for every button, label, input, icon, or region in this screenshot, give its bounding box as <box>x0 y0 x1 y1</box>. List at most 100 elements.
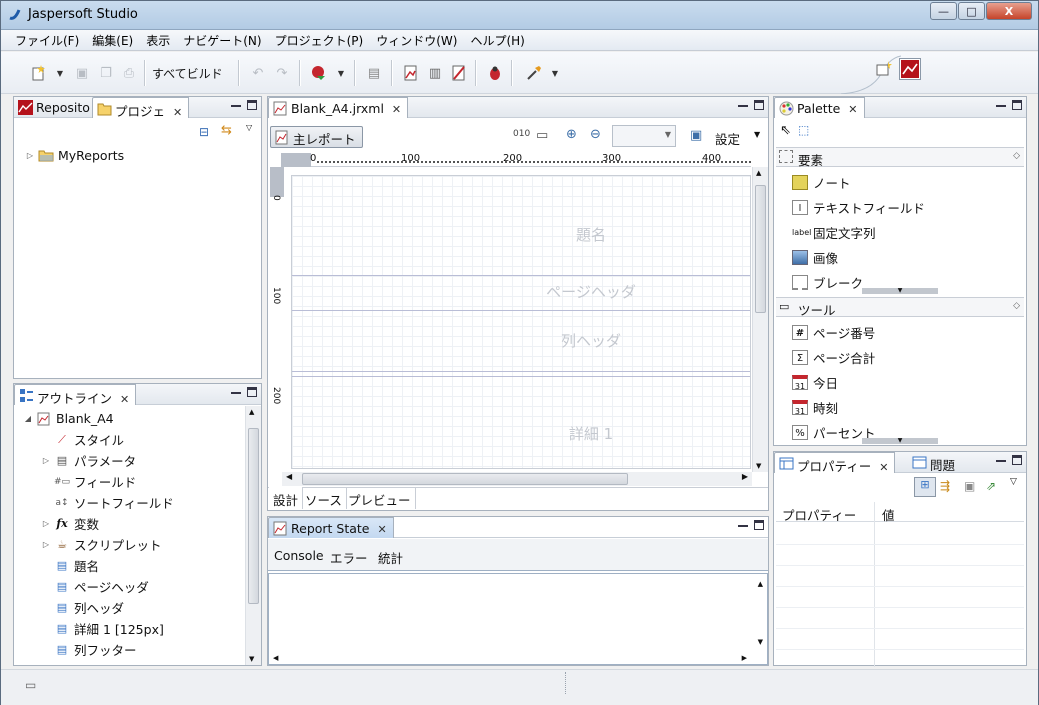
debug-bug-icon[interactable] <box>486 64 504 82</box>
maximize-button[interactable]: □ <box>958 2 985 20</box>
binary-icon[interactable]: 010 <box>513 129 530 139</box>
close-tab-icon[interactable]: ✕ <box>848 103 857 116</box>
save-all-icon[interactable]: ❐ <box>97 64 115 82</box>
outline-item-column-footer-band[interactable]: ▤ 列フッター <box>40 639 137 660</box>
outline-scrollbar[interactable]: ▲ ▼ <box>245 406 261 665</box>
view-menu-icon[interactable]: ▽ <box>246 123 252 132</box>
scroll-thumb[interactable] <box>248 428 259 604</box>
band-page-header[interactable]: ページヘッダ <box>292 281 750 302</box>
external-tools-dropdown-icon[interactable]: ▼ <box>546 64 564 82</box>
tab-repository[interactable]: Reposito <box>14 97 96 118</box>
outline-item-detail-band[interactable]: ▤ 詳細 1 [125px] <box>40 618 164 639</box>
compile-icon[interactable]: ▤ <box>365 64 383 82</box>
palette-item-note[interactable]: ノート <box>792 171 851 193</box>
minimize-icon[interactable] <box>738 101 748 107</box>
band-column-header[interactable]: 列ヘッダ <box>292 330 750 351</box>
maximize-icon[interactable] <box>754 100 764 110</box>
collapse-drawer-icon[interactable]: ◇ <box>1013 151 1020 161</box>
palette-item-page-number[interactable]: # ページ番号 <box>792 321 875 343</box>
maximize-icon[interactable] <box>1012 455 1022 465</box>
tab-blank-a4-jrxml[interactable]: Blank_A4.jrxml ✕ <box>268 97 409 118</box>
collapse-all-icon[interactable]: ⊟ <box>199 125 209 139</box>
select-arrow-icon[interactable]: ⇖ <box>780 123 791 138</box>
menu-help[interactable]: ヘルプ(H) <box>464 30 531 50</box>
print-icon[interactable]: ⎙ <box>120 64 138 82</box>
external-tools-icon[interactable] <box>525 64 543 82</box>
tab-preview[interactable]: プレビュー <box>344 487 416 509</box>
main-report-button[interactable]: 主レポート <box>270 126 363 148</box>
palette-drawer-elements[interactable]: 要素 ◇ <box>776 147 1024 168</box>
settings-dropdown-icon[interactable]: ▼ <box>754 130 760 139</box>
maximize-icon[interactable] <box>1012 100 1022 110</box>
maximize-icon[interactable] <box>754 520 764 530</box>
close-tab-icon[interactable]: ✕ <box>392 103 401 116</box>
tab-palette[interactable]: Palette ✕ <box>774 97 865 118</box>
close-tab-icon[interactable]: ✕ <box>173 106 182 119</box>
link-with-editor-icon[interactable]: ⇆ <box>221 123 232 138</box>
undo-icon[interactable]: ↶ <box>249 64 267 82</box>
dataset-icon[interactable]: ▥ <box>426 64 444 82</box>
close-tab-icon[interactable]: ✕ <box>120 393 129 406</box>
menu-view[interactable]: 表示 <box>140 30 177 50</box>
console-area[interactable]: ▲ ▼ ◀ ▶ <box>268 573 768 665</box>
maximize-icon[interactable] <box>247 387 257 397</box>
palette-item-total-pages[interactable]: Σ ページ合計 <box>792 346 875 368</box>
palette-item-textfield[interactable]: I テキストフィールド <box>792 196 925 218</box>
scroll-thumb[interactable] <box>302 473 628 485</box>
outline-item-fields[interactable]: #▭ フィールド <box>40 471 136 492</box>
maximize-icon[interactable] <box>247 100 257 110</box>
menu-edit[interactable]: 編集(E) <box>86 30 140 50</box>
report-design-perspective-icon[interactable] <box>899 58 921 80</box>
outline-item-style[interactable]: ⟋ スタイル <box>40 429 124 450</box>
tab-properties[interactable]: プロパティー ✕ <box>774 452 896 474</box>
zoom-in-icon[interactable]: ⊕ <box>566 127 577 142</box>
editor-horizontal-scrollbar[interactable]: ◀ ▶ <box>282 472 752 486</box>
outline-item-page-header-band[interactable]: ▤ ページヘッダ <box>40 576 149 597</box>
expand-arrow-icon[interactable]: ▷ <box>40 456 52 465</box>
close-tab-icon[interactable]: ✕ <box>378 523 387 536</box>
tab-project[interactable]: プロジェ ✕ <box>92 97 190 119</box>
settings-icon[interactable]: ▣ <box>690 128 702 143</box>
tab-design[interactable]: 設計 <box>269 487 304 509</box>
new-dropdown-icon[interactable]: ▼ <box>51 64 69 82</box>
tab-problems[interactable]: 問題 <box>908 452 961 473</box>
tab-outline[interactable]: アウトライン ✕ <box>14 384 137 406</box>
outline-item-variables[interactable]: ▷ fx 変数 <box>40 513 99 534</box>
scroll-more-icon[interactable]: ▼ <box>862 288 938 294</box>
scroll-thumb[interactable] <box>755 185 766 313</box>
run-icon[interactable] <box>310 64 328 82</box>
palette-item-image[interactable]: 画像 <box>792 246 838 268</box>
save-icon[interactable]: ▣ <box>73 64 91 82</box>
subtab-statistics[interactable]: 統計 <box>378 548 403 567</box>
band-detail[interactable]: 詳細 1 <box>292 423 750 444</box>
clear-icon[interactable] <box>450 64 468 82</box>
close-button[interactable]: X <box>986 2 1032 20</box>
minimize-icon[interactable] <box>996 456 1006 462</box>
restore-default-icon[interactable]: ▣ <box>964 479 975 493</box>
minimize-icon[interactable] <box>738 521 748 527</box>
palette-item-break[interactable]: ブレーク <box>792 271 863 293</box>
tab-source[interactable]: ソース <box>301 487 347 509</box>
run-dropdown-icon[interactable]: ▼ <box>332 64 350 82</box>
subtab-errors[interactable]: エラー <box>330 548 368 567</box>
report-preview-icon[interactable] <box>402 64 420 82</box>
redo-icon[interactable]: ↷ <box>273 64 291 82</box>
settings-label[interactable]: 設定 <box>715 129 740 148</box>
outline-item-scriptlets[interactable]: ▷ ☕ スクリプレット <box>40 534 162 555</box>
show-advanced-icon[interactable]: ⇶ <box>940 479 950 493</box>
palette-item-time[interactable]: 31 時刻 <box>792 396 838 418</box>
layout-icon[interactable]: ▭ <box>536 128 548 143</box>
view-menu-icon[interactable]: ▽ <box>1010 477 1017 487</box>
menu-navigate[interactable]: ナビゲート(N) <box>177 30 268 50</box>
palette-item-static-text[interactable]: label 固定文字列 <box>792 221 876 243</box>
outline-item-column-header-band[interactable]: ▤ 列ヘッダ <box>40 597 124 618</box>
tree-item-myreports[interactable]: ▷ MyReports <box>24 145 124 166</box>
show-categories-icon[interactable]: ⊞ <box>914 477 936 497</box>
outline-item-report[interactable]: ◢ Blank_A4 <box>22 408 114 429</box>
outline-item-parameters[interactable]: ▷ ▤ パラメータ <box>40 450 136 471</box>
menu-file[interactable]: ファイル(F) <box>9 30 86 50</box>
band-title[interactable]: 題名 <box>292 224 750 245</box>
editor-vertical-scrollbar[interactable]: ▲ ▼ <box>752 167 768 472</box>
minimize-icon[interactable] <box>231 101 241 107</box>
build-all-button[interactable]: すべてビルド <box>152 65 223 82</box>
